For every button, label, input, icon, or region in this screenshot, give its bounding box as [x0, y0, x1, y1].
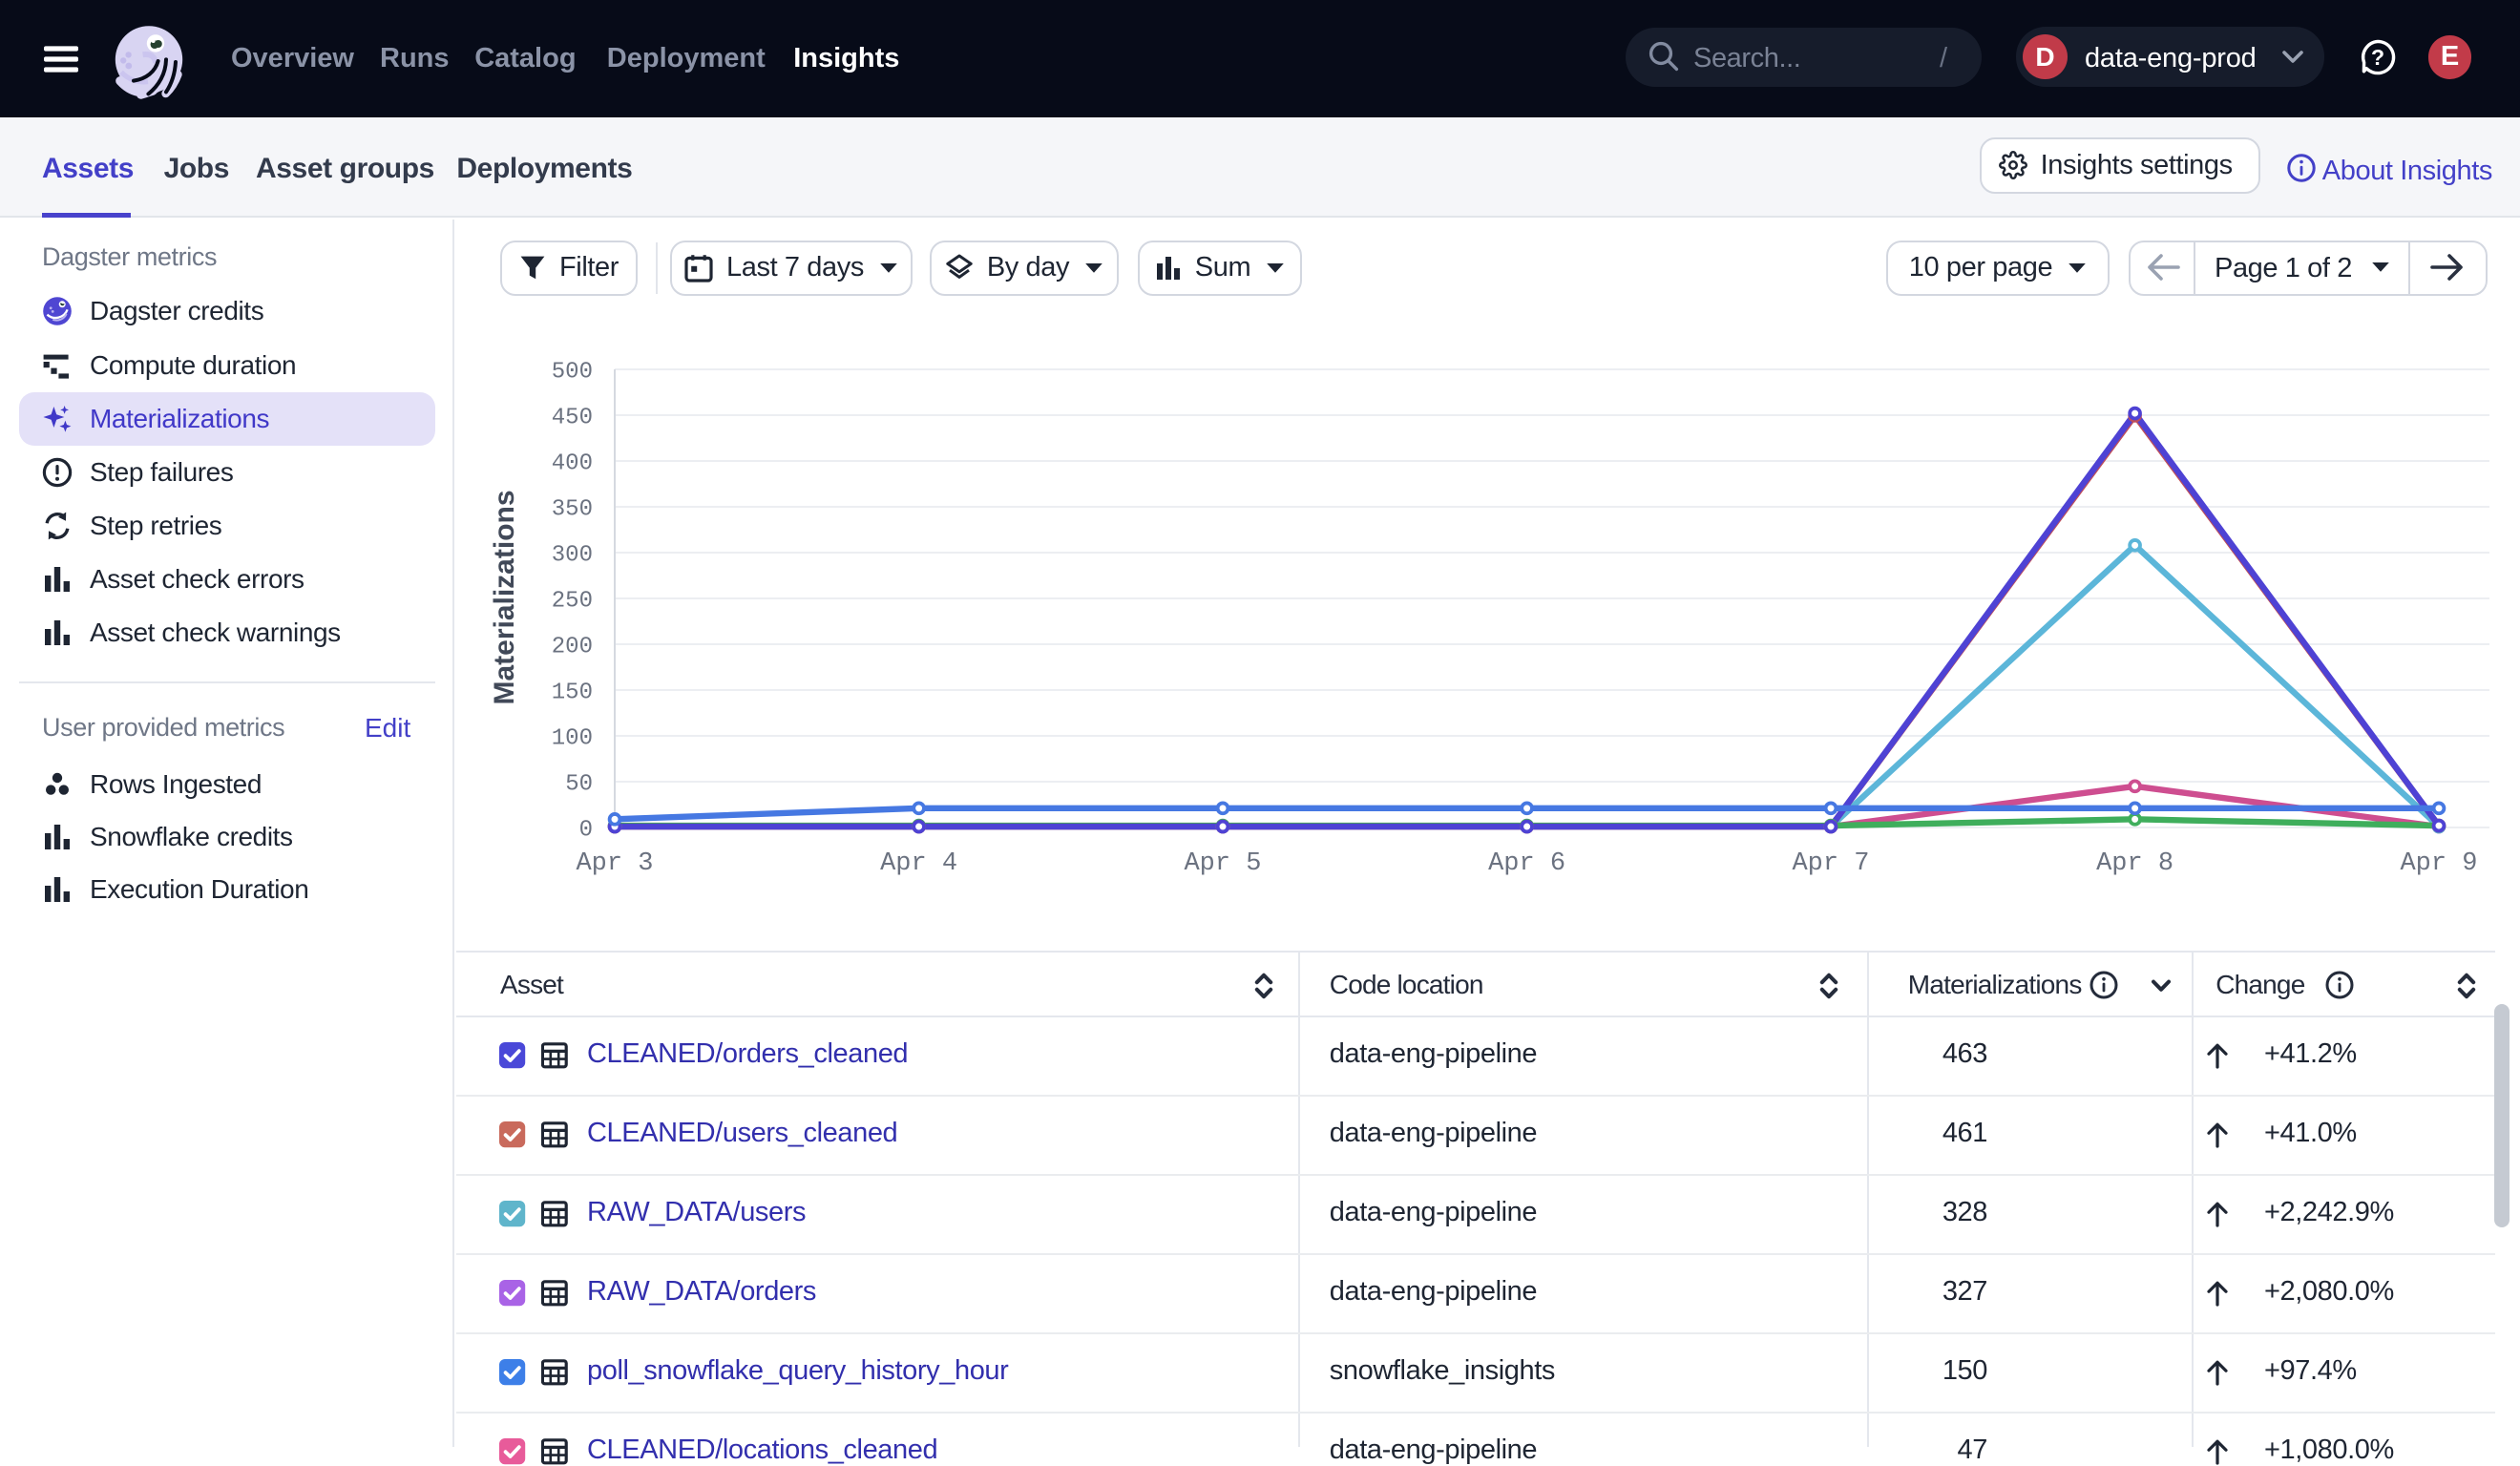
svg-text:100: 100 — [552, 725, 593, 751]
svg-text:200: 200 — [552, 634, 593, 660]
svg-text:450: 450 — [552, 405, 593, 430]
svg-text:Apr 4: Apr 4 — [880, 849, 957, 878]
svg-text:0: 0 — [579, 817, 593, 843]
svg-text:250: 250 — [552, 588, 593, 614]
svg-text:300: 300 — [552, 542, 593, 568]
svg-text:Materializations: Materializations — [489, 490, 520, 704]
svg-text:Apr 6: Apr 6 — [1488, 849, 1565, 878]
svg-text:500: 500 — [552, 359, 593, 385]
svg-text:50: 50 — [565, 771, 593, 797]
svg-text:Apr 3: Apr 3 — [576, 849, 653, 878]
svg-text:400: 400 — [552, 450, 593, 476]
svg-text:Apr 5: Apr 5 — [1184, 849, 1261, 878]
svg-text:150: 150 — [552, 680, 593, 705]
svg-text:Apr 8: Apr 8 — [2096, 849, 2174, 878]
svg-text:Apr 7: Apr 7 — [1792, 849, 1869, 878]
svg-text:350: 350 — [552, 496, 593, 522]
svg-text:Apr 9: Apr 9 — [2400, 849, 2477, 878]
